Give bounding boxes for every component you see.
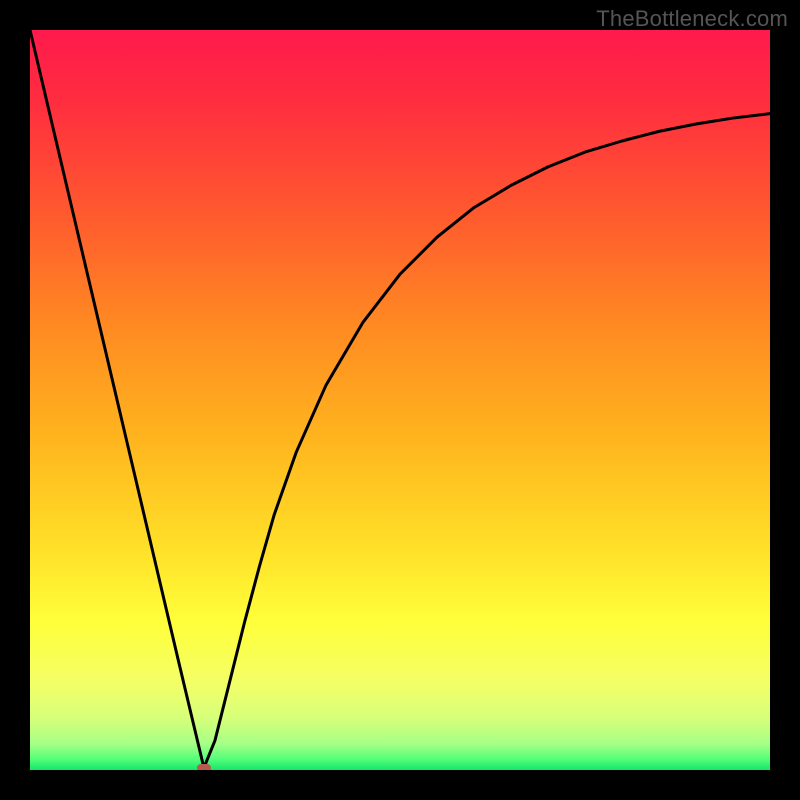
chart-frame: TheBottleneck.com — [0, 0, 800, 800]
watermark-label: TheBottleneck.com — [596, 6, 788, 32]
plot-area — [30, 30, 770, 770]
optimum-marker — [197, 764, 211, 770]
bottleneck-curve — [30, 30, 770, 770]
